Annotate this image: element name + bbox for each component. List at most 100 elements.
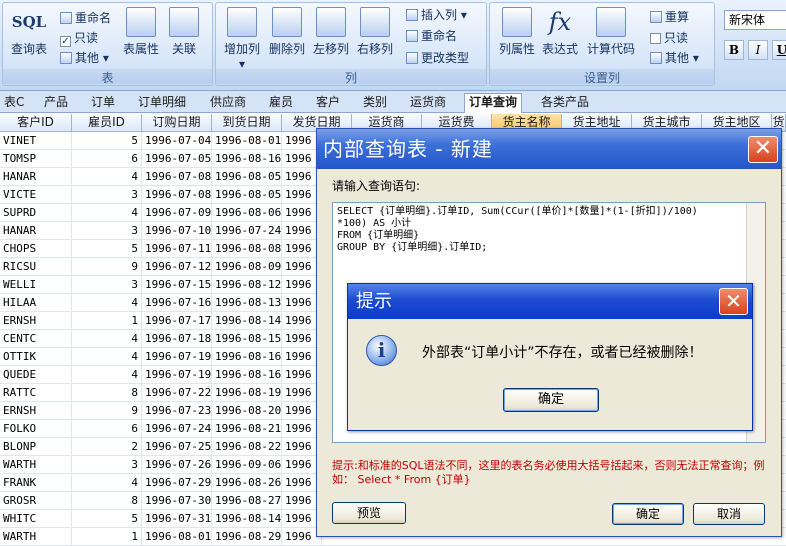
table-cell[interactable]: 1996-07-31 (142, 510, 212, 528)
table-cell[interactable]: 1996-07-08 (142, 168, 212, 186)
tab-table-c[interactable]: 表C (0, 94, 28, 112)
table-cell[interactable]: ERNSH (0, 312, 72, 330)
table-cell[interactable]: 1996-08-16 (212, 348, 282, 366)
column-header[interactable]: 到货日期 (212, 114, 282, 132)
tab-products[interactable]: 产品 (40, 94, 72, 112)
tab-categories[interactable]: 类别 (359, 94, 391, 112)
move-right-button[interactable]: 右移列 (354, 7, 396, 57)
table-cell[interactable]: 1996-09-06 (212, 456, 282, 474)
table-cell[interactable]: SUPRD (0, 204, 72, 222)
query-cancel-button[interactable]: 取消 (693, 503, 765, 525)
column-props-button[interactable]: 列属性 (496, 7, 538, 57)
table-cell[interactable]: VINET (0, 132, 72, 150)
table-cell[interactable]: 1996-08-05 (212, 168, 282, 186)
table-cell[interactable]: 1996-08-14 (212, 312, 282, 330)
recalc-button[interactable]: 重算 (650, 8, 689, 26)
table-cell[interactable]: 1996-07-11 (142, 240, 212, 258)
table-cell[interactable]: OTTIK (0, 348, 72, 366)
table-cell[interactable]: 4 (72, 168, 142, 186)
bold-button[interactable]: B (724, 40, 744, 60)
rename-table-button[interactable]: 重命名 (60, 9, 111, 27)
underline-button[interactable]: U (772, 40, 786, 60)
table-cell[interactable]: BLONP (0, 438, 72, 456)
table-cell[interactable]: WARTH (0, 456, 72, 474)
table-cell[interactable]: CHOPS (0, 240, 72, 258)
table-cell[interactable]: 1996-07-18 (142, 330, 212, 348)
table-cell[interactable]: 1996-07-29 (142, 474, 212, 492)
tab-shippers[interactable]: 运货商 (406, 94, 450, 112)
table-cell[interactable]: 1996-07-25 (142, 438, 212, 456)
column-other-dropdown[interactable]: 其他 ▾ (650, 49, 699, 67)
table-other-dropdown[interactable]: 其他 ▾ (60, 49, 109, 67)
table-cell[interactable]: TOMSP (0, 150, 72, 168)
table-cell[interactable]: 1996-07-24 (142, 420, 212, 438)
query-ok-button[interactable]: 确定 (612, 503, 684, 525)
expression-button[interactable]: fx 表达式 (540, 7, 580, 57)
table-cell[interactable]: 1996-08-06 (212, 204, 282, 222)
table-cell[interactable]: 1996-08-01 (142, 528, 212, 546)
table-cell[interactable]: 1996-08-01 (212, 132, 282, 150)
table-cell[interactable]: 1996-07-24 (212, 222, 282, 240)
table-cell[interactable]: HANAR (0, 222, 72, 240)
table-cell[interactable]: FRANK (0, 474, 72, 492)
column-readonly-checkbox[interactable]: 只读 (650, 29, 688, 47)
table-cell[interactable]: 6 (72, 420, 142, 438)
add-column-button[interactable]: 增加列 ▾ (220, 7, 264, 71)
table-cell[interactable]: 1996-07-08 (142, 186, 212, 204)
italic-button[interactable]: I (748, 40, 768, 60)
table-cell[interactable]: 8 (72, 384, 142, 402)
delete-column-button[interactable]: 删除列 (266, 7, 308, 57)
table-cell[interactable]: 1996-07-16 (142, 294, 212, 312)
table-cell[interactable]: 4 (72, 366, 142, 384)
table-cell[interactable]: FOLKO (0, 420, 72, 438)
sql-query-button[interactable]: SQL 查询表 (7, 7, 51, 57)
table-cell[interactable]: 6 (72, 150, 142, 168)
readonly-checkbox[interactable]: ✓ 只读 (60, 29, 98, 47)
table-cell[interactable]: 1996-07-15 (142, 276, 212, 294)
column-header[interactable]: 订购日期 (142, 114, 212, 132)
table-cell[interactable]: 3 (72, 456, 142, 474)
tab-employees[interactable]: 雇员 (265, 94, 297, 112)
table-cell[interactable]: 1996-07-30 (142, 492, 212, 510)
table-cell[interactable]: 1996-08-16 (212, 366, 282, 384)
table-cell[interactable]: 4 (72, 204, 142, 222)
table-cell[interactable]: 5 (72, 510, 142, 528)
font-name-select[interactable]: 新宋体 (724, 10, 786, 30)
calc-code-button[interactable]: 计算代码 (584, 7, 638, 57)
preview-button[interactable]: 预览 (332, 502, 406, 524)
tab-suppliers[interactable]: 供应商 (206, 94, 250, 112)
table-cell[interactable]: 9 (72, 258, 142, 276)
column-header[interactable]: 客户ID (0, 114, 72, 132)
table-cell[interactable]: 1996-07-23 (142, 402, 212, 420)
table-cell[interactable]: 1996-08-16 (212, 150, 282, 168)
tab-order-query[interactable]: 订单查询 (464, 93, 523, 113)
table-cell[interactable]: 1996-07-17 (142, 312, 212, 330)
table-cell[interactable]: 1996-07-12 (142, 258, 212, 276)
close-icon[interactable]: ✕ (748, 136, 778, 163)
alert-ok-button[interactable]: 确定 (503, 388, 599, 412)
tab-product-categories[interactable]: 各类产品 (537, 94, 593, 112)
table-cell[interactable]: 1996-08-21 (212, 420, 282, 438)
table-cell[interactable]: 1 (72, 528, 142, 546)
table-cell[interactable]: 1996-08-09 (212, 258, 282, 276)
table-cell[interactable]: WARTH (0, 528, 72, 546)
table-cell[interactable]: 1996-07-05 (142, 150, 212, 168)
table-cell[interactable]: 1996-07-22 (142, 384, 212, 402)
table-cell[interactable]: 1996-07-26 (142, 456, 212, 474)
insert-column-button[interactable]: 插入列 ▾ (406, 6, 467, 24)
table-cell[interactable]: 2 (72, 438, 142, 456)
table-cell[interactable]: 3 (72, 186, 142, 204)
table-cell[interactable]: 1996-08-12 (212, 276, 282, 294)
table-cell[interactable]: 1996-08-29 (212, 528, 282, 546)
table-cell[interactable]: 4 (72, 474, 142, 492)
table-cell[interactable]: 1996-07-09 (142, 204, 212, 222)
table-props-button[interactable]: 表属性 (121, 7, 161, 57)
table-cell[interactable]: 1996-08-08 (212, 240, 282, 258)
table-cell[interactable]: QUEDE (0, 366, 72, 384)
table-cell[interactable]: 1996-08-13 (212, 294, 282, 312)
table-cell[interactable]: RATTC (0, 384, 72, 402)
table-cell[interactable]: 1996-07-19 (142, 366, 212, 384)
table-cell[interactable]: 1996-08-26 (212, 474, 282, 492)
table-cell[interactable]: 1 (72, 312, 142, 330)
tab-order-details[interactable]: 订单明细 (134, 94, 190, 112)
